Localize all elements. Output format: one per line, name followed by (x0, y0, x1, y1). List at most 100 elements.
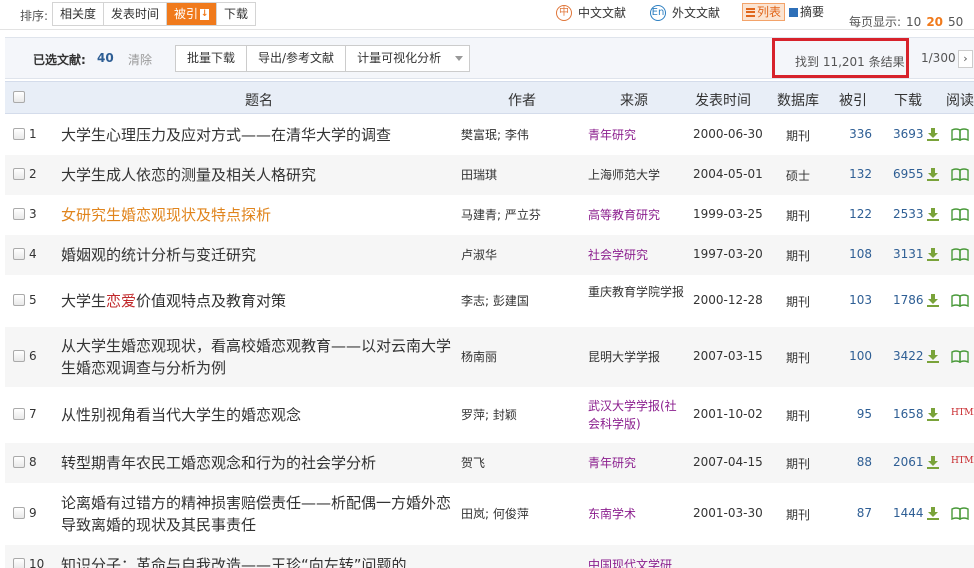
chinese-literature-link[interactable]: 中 中文文献 (556, 4, 626, 21)
row-checkbox[interactable] (13, 558, 25, 568)
author-link[interactable]: 田岚; 何俊萍 (461, 505, 581, 523)
row-number: 8 (29, 455, 37, 469)
clear-selection-link[interactable]: 清除 (128, 51, 152, 68)
source-link[interactable]: 重庆教育学院学报 (588, 283, 688, 301)
col-source[interactable]: 来源 (620, 90, 648, 110)
read-book-icon[interactable] (951, 294, 969, 308)
author-link[interactable]: 马建青; 严立芬 (461, 206, 581, 224)
download-link[interactable]: 3422 (893, 349, 940, 363)
batch-download-button[interactable]: 批量下载 (176, 46, 248, 71)
read-online-button[interactable] (951, 248, 969, 264)
foreign-literature-link[interactable]: En 外文文献 (650, 4, 720, 21)
row-checkbox[interactable] (13, 294, 25, 306)
row-checkbox[interactable] (13, 168, 25, 180)
source-link[interactable]: 社会学研究 (588, 246, 688, 264)
col-download[interactable]: 下载 (894, 90, 922, 110)
article-title-link[interactable]: 大学生成人依恋的测量及相关人格研究 (61, 164, 461, 186)
download-link[interactable]: 2061 (893, 455, 940, 469)
read-book-icon[interactable] (951, 168, 969, 182)
row-checkbox[interactable] (13, 128, 25, 140)
article-title-link[interactable]: 婚姻观的统计分析与变迁研究 (61, 244, 461, 266)
cited-count[interactable]: 336 (848, 127, 872, 141)
read-online-button[interactable] (951, 168, 969, 184)
per-page-10[interactable]: 10 (906, 15, 921, 29)
article-title-link[interactable]: 从性别视角看当代大学生的婚恋观念 (61, 404, 461, 426)
cited-count[interactable]: 103 (848, 293, 872, 307)
read-html-link[interactable]: HTML (951, 408, 974, 418)
source-link[interactable]: 中国现代文学研 (588, 556, 688, 568)
author-link[interactable]: 贺飞 (461, 454, 581, 472)
download-link[interactable]: 3131 (893, 247, 940, 261)
cited-count[interactable]: 100 (848, 349, 872, 363)
source-link[interactable]: 上海师范大学 (588, 166, 688, 184)
row-checkbox[interactable] (13, 507, 25, 519)
download-link[interactable]: 2533 (893, 207, 940, 221)
read-html-link[interactable]: HTML (951, 456, 974, 466)
read-book-icon[interactable] (951, 507, 969, 521)
download-link[interactable]: 3693 (893, 127, 940, 141)
source-link[interactable]: 武汉大学学报(社会科学版) (588, 397, 688, 433)
read-online-button[interactable] (951, 208, 969, 224)
view-abstract-button[interactable]: 摘要 (785, 3, 828, 21)
cited-count[interactable]: 87 (848, 506, 872, 520)
col-date[interactable]: 发表时间 (695, 90, 751, 110)
sort-date-button[interactable]: 发表时间 (104, 3, 168, 25)
author-link[interactable]: 卢淑华 (461, 246, 581, 264)
result-count-box: 找到 11,201 条结果 (772, 38, 909, 78)
select-all-checkbox[interactable] (13, 91, 25, 103)
col-author[interactable]: 作者 (508, 90, 536, 110)
source-link[interactable]: 青年研究 (588, 126, 688, 144)
read-online-button[interactable] (951, 507, 969, 523)
row-checkbox[interactable] (13, 248, 25, 260)
sort-relevance-button[interactable]: 相关度 (53, 3, 105, 25)
article-title-link[interactable]: 知识分子：革命与自我改造——王珍“向左转”问题的 (61, 554, 461, 568)
read-book-icon[interactable] (951, 350, 969, 364)
author-link[interactable]: 田瑞琪 (461, 166, 581, 184)
row-checkbox[interactable] (13, 408, 25, 420)
per-page-50[interactable]: 50 (948, 15, 963, 29)
read-online-button[interactable] (951, 350, 969, 366)
visual-analysis-button[interactable]: 计量可视化分析 (346, 46, 470, 71)
read-book-icon[interactable] (951, 128, 969, 142)
article-title-link[interactable]: 论离婚有过错方的精神损害赔偿责任——析配偶一方婚外恋导致离婚的现状及其民事责任 (61, 492, 461, 536)
read-online-button[interactable] (951, 294, 969, 310)
read-book-icon[interactable] (951, 208, 969, 222)
cited-count[interactable]: 95 (848, 407, 872, 421)
article-title-link[interactable]: 从大学生婚恋观现状，看高校婚恋观教育——以对云南大学生婚恋观调查与分析为例 (61, 335, 461, 379)
sort-download-button[interactable]: 下载 (217, 3, 256, 25)
cited-count[interactable]: 122 (848, 207, 872, 221)
col-title[interactable]: 题名 (245, 90, 273, 110)
download-link[interactable]: 1658 (893, 407, 940, 421)
export-reference-button[interactable]: 导出/参考文献 (247, 46, 347, 71)
col-cited[interactable]: 被引 (839, 90, 867, 110)
row-checkbox[interactable] (13, 350, 25, 362)
article-title-link[interactable]: 大学生恋爱价值观特点及教育对策 (61, 290, 461, 312)
author-link[interactable]: 樊富珉; 李伟 (461, 126, 581, 144)
download-link[interactable]: 6955 (893, 167, 940, 181)
read-online-button[interactable] (951, 128, 969, 144)
row-checkbox[interactable] (13, 208, 25, 220)
col-read[interactable]: 阅读 (946, 90, 974, 110)
row-checkbox[interactable] (13, 456, 25, 468)
author-link[interactable]: 罗萍; 封颖 (461, 406, 581, 424)
source-link[interactable]: 昆明大学学报 (588, 348, 688, 366)
view-list-button[interactable]: 列表 (742, 3, 786, 21)
read-book-icon[interactable] (951, 248, 969, 262)
source-link[interactable]: 高等教育研究 (588, 206, 688, 224)
per-page-20[interactable]: 20 (926, 15, 943, 29)
article-title-link[interactable]: 女研究生婚恋观现状及特点探析 (61, 204, 461, 226)
cited-count[interactable]: 108 (848, 247, 872, 261)
cited-count[interactable]: 132 (848, 167, 872, 181)
source-link[interactable]: 东南学术 (588, 505, 688, 523)
article-title-link[interactable]: 转型期青年农民工婚恋观念和行为的社会学分析 (61, 452, 461, 474)
cited-count[interactable]: 88 (848, 455, 872, 469)
article-title-link[interactable]: 大学生心理压力及应对方式——在清华大学的调查 (61, 124, 461, 146)
author-link[interactable]: 李志; 彭建国 (461, 292, 581, 310)
col-database[interactable]: 数据库 (777, 90, 819, 110)
download-link[interactable]: 1444 (893, 506, 940, 520)
author-link[interactable]: 杨南丽 (461, 348, 581, 366)
sort-cited-button[interactable]: 被引 ↓ (167, 3, 218, 25)
source-link[interactable]: 青年研究 (588, 454, 688, 472)
next-page-button[interactable]: › (958, 50, 973, 68)
download-link[interactable]: 1786 (893, 293, 940, 307)
